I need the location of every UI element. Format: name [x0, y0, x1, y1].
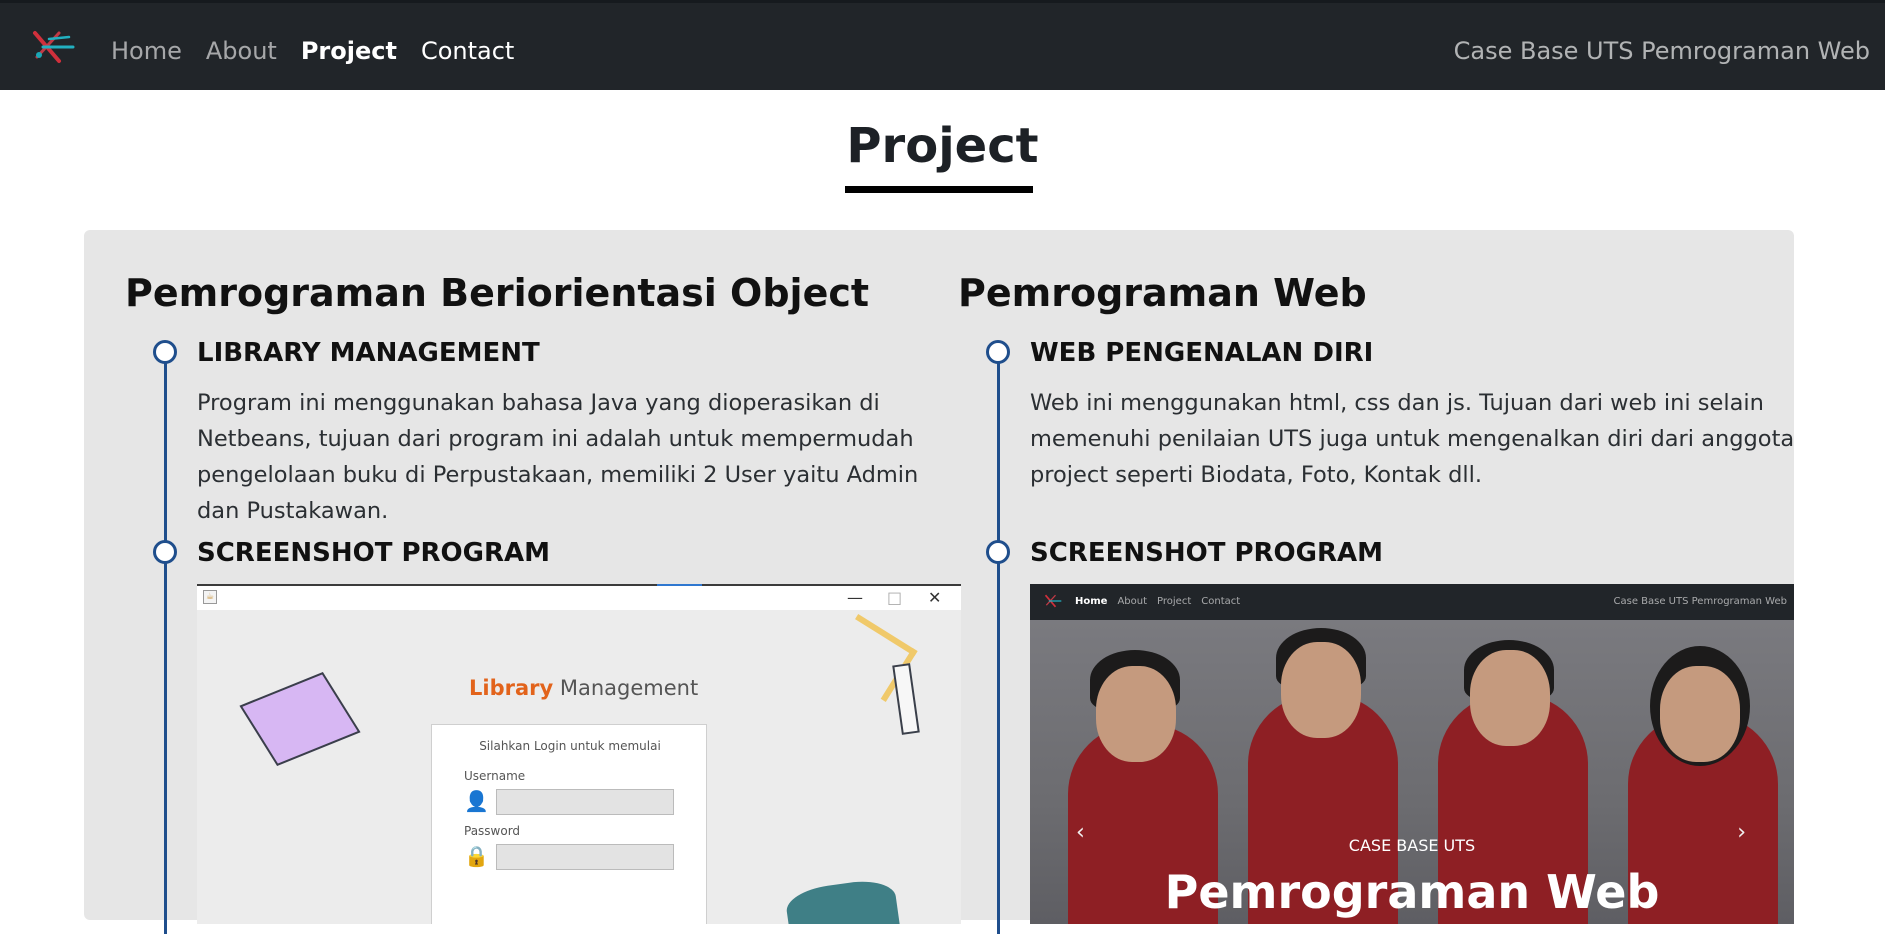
- close-icon: ✕: [928, 588, 942, 607]
- hero-title: Pemrograman Web: [1164, 865, 1660, 919]
- project-column-web: Pemrograman Web WEB PENGENALAN DIRI Web …: [957, 230, 1794, 934]
- item-heading: SCREENSHOT PROGRAM: [1030, 538, 1384, 568]
- nav-link-about[interactable]: About: [206, 37, 277, 65]
- column-title: Pemrograman Beriorientasi Object: [125, 271, 870, 315]
- preview-nav-project: Project: [1157, 596, 1192, 607]
- timeline-dot: [986, 540, 1010, 564]
- column-title: Pemrograman Web: [958, 271, 1367, 315]
- navbar-right-text: Case Base UTS Pemrograman Web: [1453, 37, 1870, 65]
- page-title: Project: [846, 118, 1039, 174]
- item-description: Program ini menggunakan bahasa Java yang…: [197, 390, 919, 524]
- nav-link-home[interactable]: Home: [111, 37, 182, 65]
- timeline-dot: [986, 340, 1010, 364]
- brand-logo-icon[interactable]: [29, 27, 77, 67]
- password-label: Password: [464, 824, 521, 838]
- java-app-window: ☕ — □ ✕ Library Management Silahkan Logi…: [197, 584, 961, 924]
- nav-link-project[interactable]: Project: [301, 37, 397, 65]
- username-label: Username: [464, 769, 526, 783]
- book-illustration: [239, 672, 361, 766]
- password-field: [496, 844, 674, 870]
- item-heading: LIBRARY MANAGEMENT: [197, 338, 540, 368]
- timeline-line: [164, 354, 167, 934]
- nav-link-contact[interactable]: Contact: [421, 37, 514, 65]
- username-field: [496, 789, 674, 815]
- app-title-accent: Library: [469, 676, 554, 700]
- navbar: Home About Project Contact Case Base UTS…: [0, 0, 1885, 90]
- app-title-rest: Management: [559, 676, 699, 700]
- preview-nav-home: Home: [1075, 596, 1108, 607]
- screenshot-library-management: ☕ — □ ✕ Library Management Silahkan Logi…: [197, 584, 961, 924]
- login-prompt: Silahkan Login untuk memulai: [479, 739, 661, 753]
- login-box: Silahkan Login untuk memulai Username 👤 …: [431, 724, 707, 924]
- preview-navbar: Home About Project Contact Case Base UTS…: [1030, 584, 1794, 620]
- minimize-icon: —: [847, 588, 863, 607]
- java-icon: ☕: [203, 590, 217, 604]
- project-column-oop: Pemrograman Beriorientasi Object LIBRARY…: [124, 230, 961, 934]
- nav-links: Home About Project Contact: [111, 37, 514, 65]
- item-description: Web ini menggunakan html, css dan js. Tu…: [1030, 390, 1795, 488]
- lock-icon: 🔒: [464, 844, 489, 868]
- timeline-line: [997, 354, 1000, 934]
- maximize-icon: □: [887, 588, 903, 607]
- title-underline: [845, 186, 1033, 193]
- brand-logo-icon: [1044, 594, 1062, 608]
- preview-nav-contact: Contact: [1201, 596, 1241, 607]
- project-panel: Pemrograman Beriorientasi Object LIBRARY…: [84, 230, 1794, 934]
- item-heading: WEB PENGENALAN DIRI: [1030, 338, 1374, 368]
- book-illustration: [784, 876, 900, 924]
- window-titlebar: ☕ — □ ✕: [197, 584, 961, 610]
- preview-nav-right: Case Base UTS Pemrograman Web: [1613, 596, 1788, 607]
- user-icon: 👤: [464, 789, 489, 813]
- timeline-dot: [153, 340, 177, 364]
- hero-subtitle: CASE BASE UTS: [1348, 836, 1476, 855]
- app-title: Library Management: [469, 676, 698, 700]
- preview-nav-about: About: [1117, 596, 1148, 607]
- timeline-dot: [153, 540, 177, 564]
- hero-carousel: ‹ › CASE BASE UTS Pemrograman Web: [1030, 620, 1794, 924]
- book-illustration: [892, 663, 920, 735]
- item-heading: SCREENSHOT PROGRAM: [197, 538, 551, 568]
- screenshot-web-pengenalan-diri: Home About Project Contact Case Base UTS…: [1030, 584, 1794, 924]
- preview-nav-links: Home About Project Contact: [1075, 596, 1240, 607]
- web-page-preview: Home About Project Contact Case Base UTS…: [1030, 584, 1794, 924]
